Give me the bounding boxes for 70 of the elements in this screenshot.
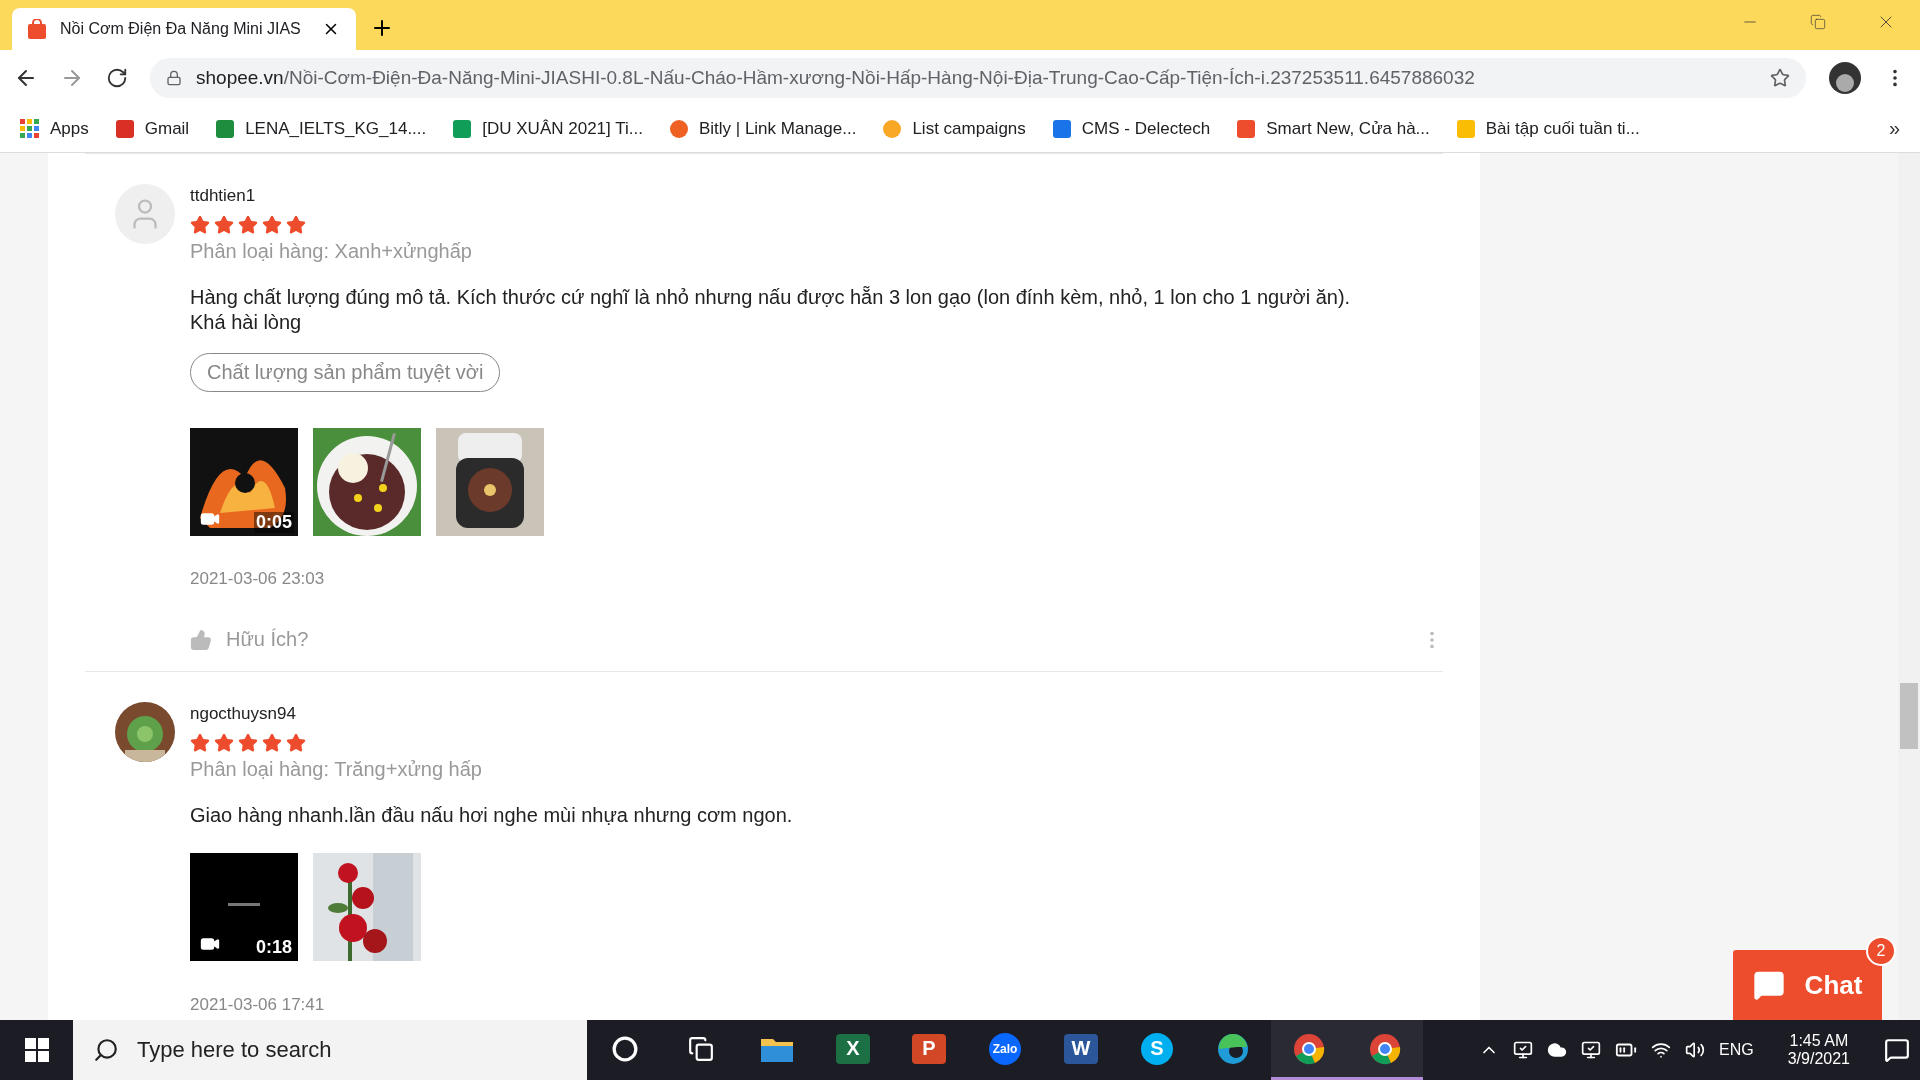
bookmark-item[interactable]: LENA_IELTS_KG_14.... [215,118,427,139]
chat-bubble-icon [1752,969,1785,1001]
review-text: Hàng chất lượng đúng mô tả. Kích thước cứ nghĩ là nhỏ nhưng nấu được hẵn 3 lon gạo (lon đính kèm, nhỏ, 1 lon cho 1 người ăn). Khá hài lòng [190,285,1352,335]
variant-label: Phân loại hàng: Xanh+xửnghấp [190,240,473,263]
thumbs-up-icon [190,628,212,651]
star-icon [286,215,306,235]
wifi-icon[interactable] [1651,1040,1672,1060]
cloud-icon[interactable] [1547,1040,1568,1060]
notifications-icon[interactable] [1884,1037,1910,1063]
clock-date: 3/9/2021 [1787,1050,1850,1068]
bookmark-item[interactable]: Bitly | Link Manage... [668,118,857,139]
excel-icon[interactable]: X [836,1033,870,1064]
bookmark-item[interactable]: Gmail [114,118,190,139]
bookmark-item[interactable]: Smart New, Cửa hà... [1236,118,1430,139]
star-icon [190,733,210,753]
chrome-icon[interactable] [1293,1032,1325,1065]
bookmarks-overflow[interactable]: » [1888,117,1900,140]
star-icon [262,215,282,235]
clock-time: 1:45 AM [1789,1032,1849,1050]
reviewer-name: ngocthuysn94 [190,704,297,724]
language-indicator[interactable]: ENG [1719,1041,1754,1059]
profile-avatar-icon[interactable] [1828,60,1862,95]
bookmark-favicon-icon [452,118,473,139]
review-text: Giao hàng nhanh.lần đầu nấu hơi nghe mùi nhựa nhưng cơm ngon. [190,803,794,828]
bookmark-item[interactable]: Apps [20,118,89,139]
star-icon [214,733,234,753]
cortana-icon[interactable] [612,1035,638,1062]
reload-icon[interactable] [106,66,128,89]
star-icon [214,215,234,235]
reviewer-name: ttdhtien1 [190,186,257,206]
taskbar-search-field[interactable]: Type here to search [73,1020,587,1080]
star-icon [238,733,258,753]
bookmark-item[interactable]: Bài tập cuối tuần ti... [1455,118,1640,139]
search-icon [93,1037,119,1063]
bookmark-favicon-icon [882,118,903,139]
star-icon [238,215,258,235]
variant-label: Phân loại hàng: Trăng+xửng hấp [190,758,483,781]
monitor-icon[interactable] [1581,1040,1602,1060]
volume-icon[interactable] [1685,1040,1706,1060]
bookmark-item[interactable]: CMS - Delectech [1051,118,1211,139]
bookmark-item[interactable]: List campaigns [882,118,1026,139]
url-text: shopee.vn/Nồi-Cơm-Điện-Đa-Năng-Mini-JIASHI-0.8L-Nấu-Cháo-Hầm-xương-Nồi-Hấp-Hàng-Nội-Địa-Trung-Cao-Cấp-Tiện-Ích-i.237253511.6457886032 [196,66,1476,89]
tab-title: Nồi Cơm Điện Đa Năng Mini JIAS [60,20,302,38]
apps-grid-icon [20,118,40,139]
word-icon[interactable]: W [1064,1033,1098,1064]
star-icon [286,733,306,753]
star-icon [262,733,282,753]
browser-tab[interactable]: Nồi Cơm Điện Đa Năng Mini JIAS [12,8,356,50]
bookmark-favicon-icon [215,118,236,139]
review-date: 2021-03-06 17:41 [190,995,326,1015]
windows-start-icon[interactable] [24,1038,49,1062]
bookmark-favicon-icon [668,118,689,139]
review-date: 2021-03-06 23:03 [190,569,326,589]
bookmark-favicon-icon [1051,118,1072,139]
bookmark-item[interactable]: [DU XUÂN 2021] Ti... [452,118,643,139]
scrollbar[interactable] [1898,153,1920,1020]
video-duration: 0:05 [253,512,294,533]
zalo-icon[interactable]: Zalo [989,1032,1021,1065]
chrome-icon[interactable] [1369,1032,1401,1065]
restore-icon[interactable] [1810,14,1826,30]
task-view-icon[interactable] [688,1035,714,1062]
edge-icon[interactable] [1217,1032,1249,1065]
shopping-bag-icon [28,19,46,39]
powerpoint-icon[interactable]: P [912,1033,946,1064]
address-bar[interactable]: shopee.vn/Nồi-Cơm-Điện-Đa-Năng-Mini-JIASHI-0.8L-Nấu-Cháo-Hầm-xương-Nồi-Hấp-Hàng-Nội-Địa-Trung-Cao-Cấp-Tiện-Ích-i.237253511.6457886032 [150,57,1806,98]
unread-badge: 2 [1866,936,1896,966]
bookmark-favicon-icon [1236,118,1257,139]
bookmark-star-icon[interactable] [1770,67,1790,88]
star-icon [190,215,210,235]
lock-icon [166,69,182,86]
